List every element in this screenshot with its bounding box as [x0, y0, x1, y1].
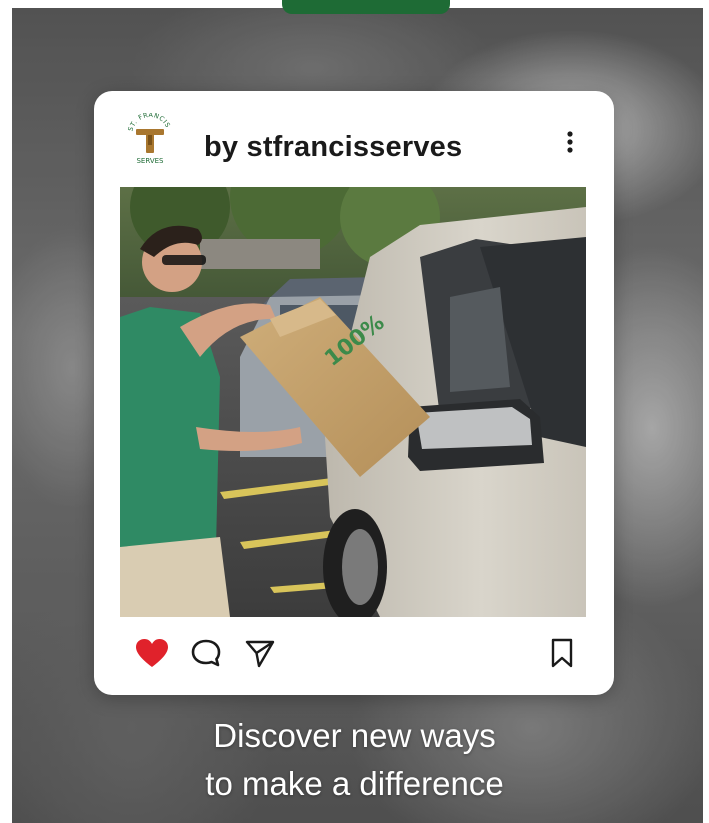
post-photo[interactable]: 100% — [120, 187, 586, 617]
st-francis-serves-logo: ST. FRANCIS SERVES — [124, 111, 176, 165]
tagline-line-2: to make a difference — [205, 765, 504, 802]
more-options-button[interactable] — [560, 127, 580, 157]
tagline: Discover new ways to make a difference — [0, 712, 709, 808]
post-action-bar — [94, 631, 614, 671]
social-post-card: ST. FRANCIS SERVES by stfrancisserves 10… — [94, 91, 614, 695]
volunteer-food-distribution-image: 100% — [120, 187, 586, 617]
more-vertical-icon — [567, 131, 573, 153]
post-author-name[interactable]: by stfrancisserves — [204, 131, 462, 164]
bookmark-button[interactable] — [544, 637, 580, 669]
comment-bubble-icon — [191, 639, 221, 667]
heart-filled-icon — [136, 639, 168, 667]
tagline-line-1: Discover new ways — [213, 717, 496, 754]
like-button[interactable] — [134, 637, 170, 669]
comment-button[interactable] — [188, 637, 224, 669]
logo-serves-text: SERVES — [136, 157, 164, 165]
top-green-tab — [282, 0, 450, 14]
bookmark-icon — [551, 638, 573, 668]
send-paper-plane-icon — [245, 640, 275, 668]
share-button[interactable] — [242, 637, 278, 669]
